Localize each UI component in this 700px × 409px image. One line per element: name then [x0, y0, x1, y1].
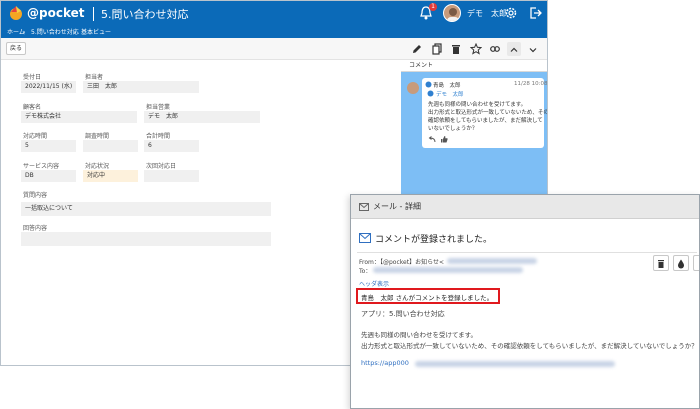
to-address-blurred	[373, 267, 523, 273]
brand-name[interactable]: @pocket	[27, 6, 84, 20]
link-icon[interactable]	[489, 43, 501, 55]
comment-tab-bar: コメント	[401, 60, 547, 72]
subject-envelope-icon	[359, 233, 371, 243]
highlight-box	[356, 288, 500, 304]
user-photo-icon	[447, 8, 459, 21]
chevron-down-icon	[529, 48, 537, 53]
accept-date-label: 受付日	[23, 74, 42, 81]
staff-label: 担当者	[85, 74, 104, 81]
pocket-logo-icon[interactable]	[7, 4, 25, 22]
next-record-button[interactable]	[526, 42, 540, 56]
mail-window-title: メール - 詳細	[373, 202, 421, 211]
divider	[357, 252, 697, 253]
trash-icon[interactable]	[450, 43, 462, 55]
previous-record-button[interactable]	[507, 42, 521, 56]
customer-field[interactable]: デモ株式会社	[21, 111, 137, 123]
breadcrumb: ホーム › 5.問い合わせ対応 › 基本ビュー	[1, 27, 547, 38]
to-label: To：	[359, 268, 372, 275]
user-avatar[interactable]	[443, 4, 461, 22]
comment-line-4: いないでしょうか？	[428, 126, 478, 132]
gear-icon[interactable]	[504, 6, 518, 20]
sales-rep-field[interactable]: デモ 太郎	[144, 111, 260, 123]
comment-line-3: 確認依頼をしてもらいましたが、まだ解決して	[428, 118, 543, 124]
title-divider	[93, 7, 94, 21]
logout-icon[interactable]	[528, 6, 542, 20]
status-field[interactable]: 対応中	[83, 170, 138, 182]
delete-mail-button[interactable]	[653, 255, 669, 271]
accept-date-field[interactable]: 2022/11/15 (水)	[21, 81, 76, 93]
comment-avatar	[407, 82, 419, 94]
customer-label: 顧客名	[23, 104, 42, 111]
copy-icon[interactable]	[431, 43, 443, 55]
mail-detail-window: メール - 詳細 コメントが登録されました。 From： 【@pocket】お知…	[350, 194, 700, 409]
trash-icon	[658, 260, 664, 268]
breadcrumb-view[interactable]: 基本ビュー	[81, 27, 111, 38]
reply-icon[interactable]	[428, 136, 436, 143]
app-title: 5.問い合わせ対応	[101, 8, 189, 21]
mail-body-line-2: 出力形式と取込形式が一致していないため、その確認依頼をしてもらいましたが、まだ解…	[361, 342, 698, 350]
mail-flag-button[interactable]	[673, 255, 689, 271]
comment-line-1: 先週も同様の問い合わせを受けてます。	[428, 102, 527, 108]
comment-card: 青島 太郎 11/28 10:08 デモ 太郎 先週も同様の問い合わせを受けてま…	[422, 78, 548, 148]
back-button[interactable]: 戻る	[6, 42, 26, 55]
show-header-link[interactable]: ヘッダ表示	[359, 279, 389, 288]
notification-badge: 1	[429, 3, 437, 11]
breadcrumb-app[interactable]: 5.問い合わせ対応	[31, 27, 79, 38]
status-label: 対応状況	[85, 163, 110, 170]
comment-mention[interactable]: デモ 太郎	[436, 90, 464, 98]
edit-pencil-icon[interactable]	[411, 43, 423, 55]
question-label: 質問内容	[23, 192, 48, 199]
mail-more-button[interactable]	[693, 255, 699, 271]
comment-time: 11/28 10:08	[514, 81, 548, 87]
sales-rep-label: 担当営業	[146, 104, 171, 111]
mail-window-header: メール - 詳細	[351, 195, 699, 219]
service-label: サービス内容	[23, 163, 60, 170]
top-bar: @pocket 5.問い合わせ対応 1 デモ 太郎	[1, 1, 547, 27]
mail-subject: コメントが登録されました。	[375, 235, 493, 245]
record-url-blurred	[415, 361, 615, 367]
comment-line-2: 出力形式と取込形式が一致していないため、その	[428, 110, 548, 116]
record-form: 受付日 2022/11/15 (水) 担当者 三田 太郎 顧客名 デモ株式会社 …	[1, 60, 401, 365]
chevron-up-icon	[510, 47, 518, 52]
like-icon[interactable]	[440, 135, 448, 143]
comment-author[interactable]: 青島 太郎	[433, 81, 461, 89]
research-time-label: 調査時間	[85, 133, 110, 140]
breadcrumb-separator: ›	[74, 29, 77, 36]
mail-body-line-1: 先週も同様の問い合わせを受けてます。	[361, 331, 478, 339]
breadcrumb-separator: ›	[23, 29, 26, 36]
service-field[interactable]: DB	[21, 170, 76, 182]
answer-label: 回答内容	[23, 225, 48, 232]
answer-field[interactable]	[21, 232, 271, 246]
total-time-label: 合計時間	[146, 133, 171, 140]
from-address-blurred	[447, 258, 537, 264]
mention-icon	[427, 90, 434, 97]
staff-field[interactable]: 三田 太郎	[83, 81, 199, 93]
mail-app-line: アプリ：5.問い合わせ対応	[361, 310, 445, 318]
response-time-field[interactable]: 5	[21, 140, 76, 152]
drop-icon	[678, 259, 684, 269]
user-name[interactable]: デモ 太郎	[467, 8, 507, 19]
next-date-label: 次回対応日	[146, 163, 177, 170]
record-toolbar: 戻る	[1, 38, 547, 60]
comment-user-dot-icon	[425, 81, 432, 88]
question-field[interactable]: 一括取込について	[21, 202, 271, 216]
research-time-field[interactable]	[83, 140, 138, 152]
from-value: 【@pocket】お知らせ<	[377, 259, 444, 266]
record-url-link[interactable]: https://app000	[361, 359, 409, 367]
tab-comment[interactable]: コメント	[409, 60, 433, 72]
total-time-field[interactable]: 6	[144, 140, 199, 152]
envelope-icon	[359, 203, 369, 211]
response-time-label: 対応時間	[23, 133, 48, 140]
next-date-field[interactable]	[144, 170, 199, 182]
star-icon[interactable]	[470, 43, 482, 55]
